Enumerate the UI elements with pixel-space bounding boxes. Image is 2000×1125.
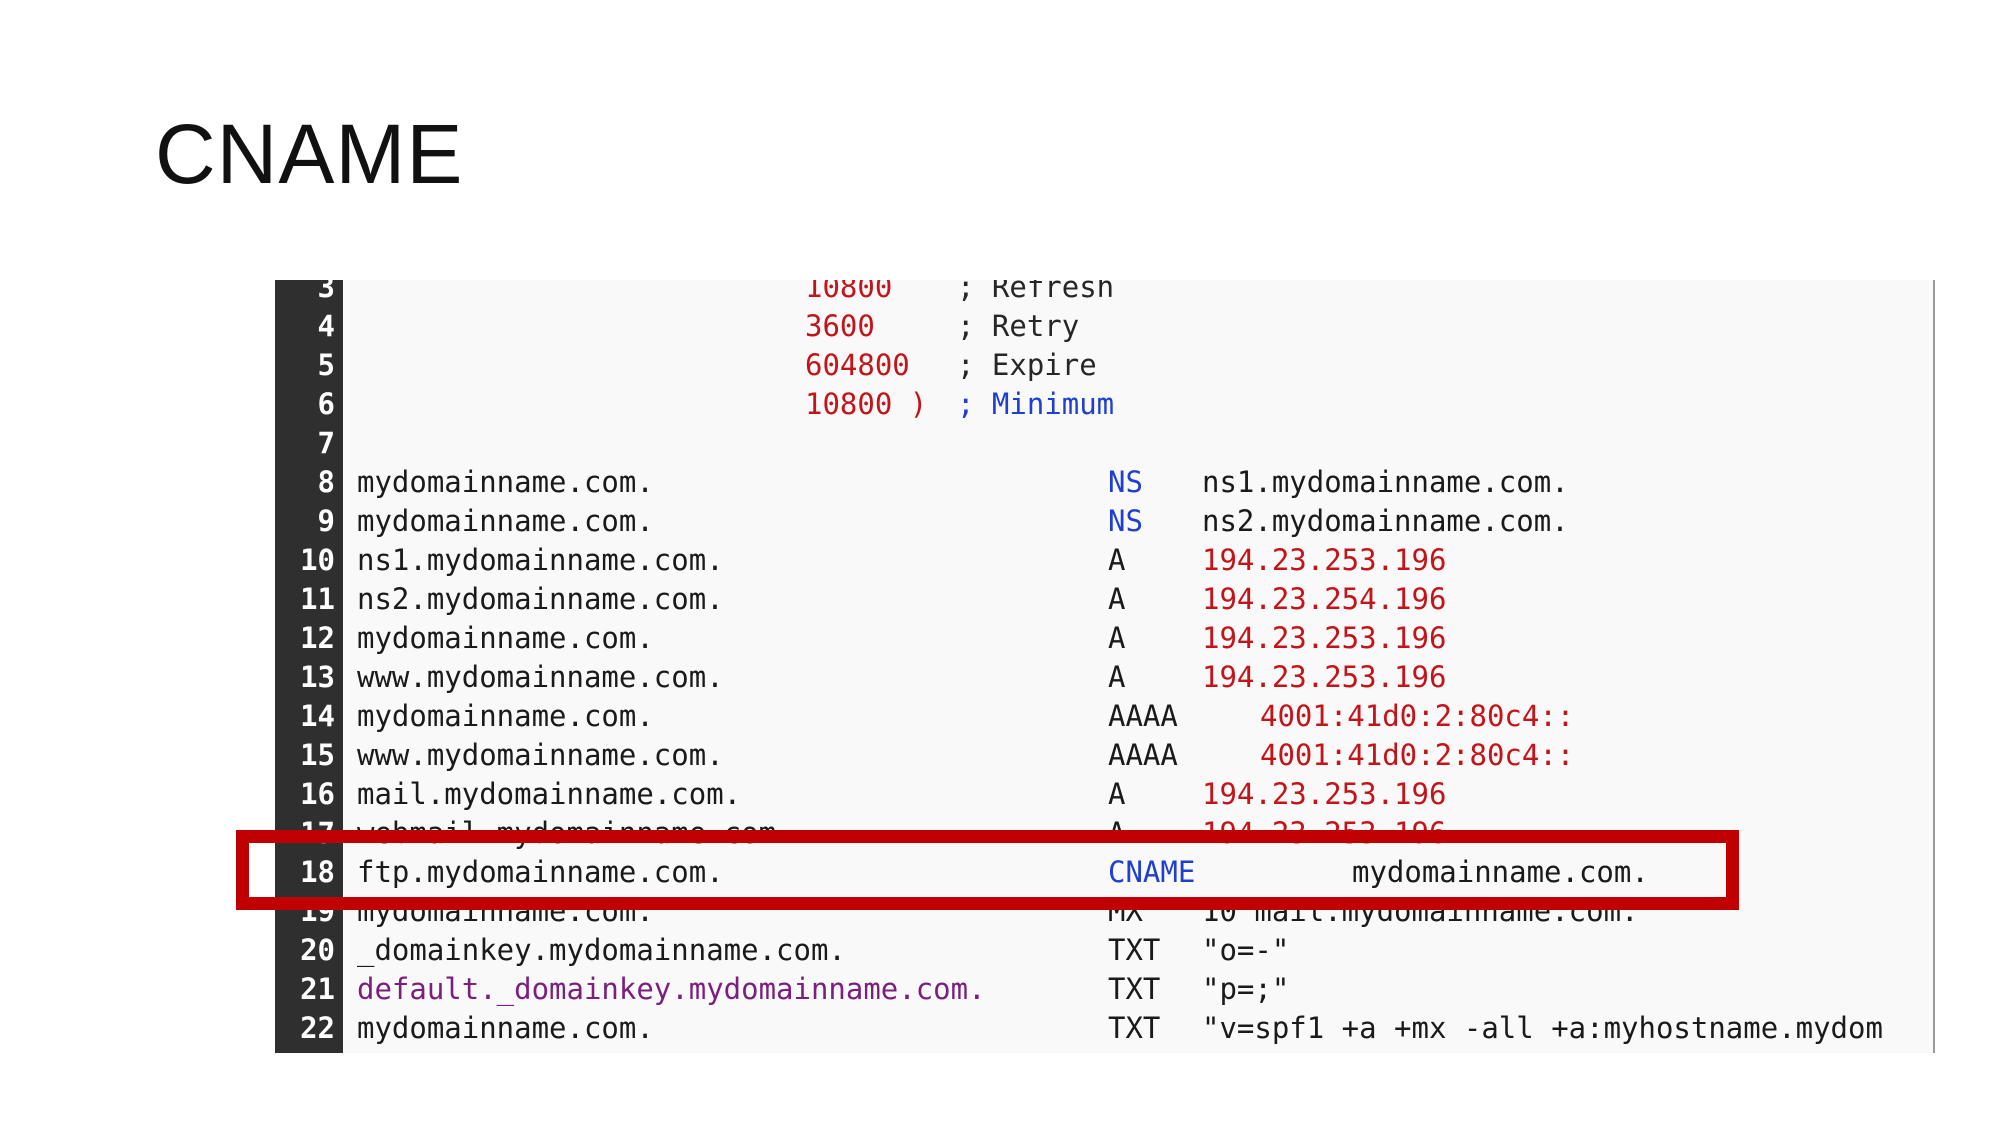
line-number: 10	[300, 543, 335, 577]
record-type: A	[1108, 621, 1126, 655]
zone-record-row: 9 mydomainname.com. NS ns2.mydomainname.com…	[275, 502, 1933, 541]
line-number: 21	[300, 972, 335, 1006]
soa-value: 604800	[805, 348, 910, 382]
zone-record-row: 14 mydomainname.com. AAAA 4001:41d0:2:80c4:…	[275, 697, 1933, 736]
record-value: 194.23.253.196	[1202, 660, 1447, 694]
record-value: ns1.mydomainname.com.	[1202, 465, 1569, 499]
record-host: mail.mydomainname.com.	[357, 777, 742, 811]
record-type: AAAA	[1108, 738, 1178, 772]
line-number: 22	[300, 1011, 335, 1045]
line-number: 20	[300, 933, 335, 967]
line-number: 16	[300, 777, 335, 811]
zone-record-row: 16 mail.mydomainname.com. A 194.23.253.196	[275, 775, 1933, 814]
record-value: 194.23.253.196	[1202, 621, 1447, 655]
line-number: 9	[317, 504, 335, 538]
record-type: MX	[1108, 894, 1143, 928]
zone-record-row: 17 webmail.mydomainname.com. A 194.23.253.1…	[275, 814, 1933, 853]
record-value: 194.23.253.196	[1202, 816, 1447, 850]
zone-record-row: 8 mydomainname.com. NS ns1.mydomainname.com…	[275, 463, 1933, 502]
record-host: mydomainname.com.	[357, 504, 654, 538]
line-number: 12	[300, 621, 335, 655]
zone-record-row: 5 604800 ; Expire	[275, 346, 1933, 385]
line-number: 3	[317, 280, 335, 304]
zone-record-row: 15 www.mydomainname.com. AAAA 4001:41d0:2:8…	[275, 736, 1933, 775]
record-host: default._domainkey.mydomainname.com.	[357, 972, 986, 1006]
soa-comment: ; Refresh	[957, 280, 1115, 304]
line-number: 11	[300, 582, 335, 616]
zone-record-row: 20 _domainkey.mydomainname.com. TXT "o=-"	[275, 931, 1933, 970]
record-host: ns1.mydomainname.com.	[357, 543, 724, 577]
zone-record-row: 22 mydomainname.com. TXT "v=spf1 +a +mx -al…	[275, 1009, 1933, 1048]
soa-comment: ; Minimum	[957, 387, 1115, 421]
zone-record-row: 6 10800 ) ; Minimum	[275, 385, 1933, 424]
line-number: 5	[317, 348, 335, 382]
soa-value: 3600	[805, 309, 875, 343]
zone-file-editor: 3 10800 ; Refresh 4 3600 ; Retry 5 604800 ; Expi…	[275, 280, 1935, 1053]
slide-title: CNAME	[155, 107, 464, 201]
record-type: CNAME	[1108, 855, 1196, 889]
record-host: mydomainname.com.	[357, 465, 654, 499]
zone-record-row: 4 3600 ; Retry	[275, 307, 1933, 346]
record-type: A	[1108, 816, 1126, 850]
zone-record-row: 21 default._domainkey.mydomainname.com. TX…	[275, 970, 1933, 1009]
zone-record-row: 7	[275, 424, 1933, 463]
record-value: 194.23.253.196	[1202, 543, 1447, 577]
record-value: mydomainname.com.	[1352, 855, 1649, 889]
record-type: A	[1108, 777, 1126, 811]
line-number: 17	[300, 816, 335, 850]
zone-record-row: 19 mydomainname.com. MX 10 mail.mydomainnam…	[275, 892, 1933, 931]
record-host: _domainkey.mydomainname.com.	[357, 933, 846, 967]
record-host: mydomainname.com.	[357, 894, 654, 928]
record-value: 4001:41d0:2:80c4::	[1260, 699, 1575, 733]
record-value: "o=-"	[1202, 933, 1290, 967]
record-type: TXT	[1108, 972, 1161, 1006]
line-number: 13	[300, 660, 335, 694]
zone-record-row: 3 10800 ; Refresh	[275, 280, 1933, 307]
zone-record-row: 13 www.mydomainname.com. A 194.23.253.196	[275, 658, 1933, 697]
record-host: webmail.mydomainname.com.	[357, 816, 794, 850]
line-number: 18	[300, 855, 335, 889]
record-type: A	[1108, 543, 1126, 577]
record-host: ns2.mydomainname.com.	[357, 582, 724, 616]
zone-record-row: 11 ns2.mydomainname.com. A 194.23.254.196	[275, 580, 1933, 619]
record-type: A	[1108, 582, 1126, 616]
record-host: www.mydomainname.com.	[357, 738, 724, 772]
record-host: mydomainname.com.	[357, 621, 654, 655]
soa-comment: ; Expire	[957, 348, 1097, 382]
record-type: NS	[1108, 465, 1143, 499]
zone-record-row: 12 mydomainname.com. A 194.23.253.196	[275, 619, 1933, 658]
record-value: 10 mail.mydomainname.com.	[1202, 894, 1639, 928]
record-value: 194.23.254.196	[1202, 582, 1447, 616]
record-value: "p=;"	[1202, 972, 1290, 1006]
zone-record-row: 18 ftp.mydomainname.com. CNAME mydomainname…	[275, 853, 1933, 892]
record-type: A	[1108, 660, 1126, 694]
record-value: "v=spf1 +a +mx -all +a:myhostname.mydom	[1202, 1011, 1883, 1045]
soa-value: 10800 )	[805, 387, 928, 421]
line-number: 15	[300, 738, 335, 772]
line-number: 6	[317, 387, 335, 421]
record-type: TXT	[1108, 1011, 1161, 1045]
record-host: www.mydomainname.com.	[357, 660, 724, 694]
soa-comment: ; Retry	[957, 309, 1080, 343]
record-type: TXT	[1108, 933, 1161, 967]
record-type: NS	[1108, 504, 1143, 538]
record-value: ns2.mydomainname.com.	[1202, 504, 1569, 538]
record-host: mydomainname.com.	[357, 699, 654, 733]
line-number: 4	[317, 309, 335, 343]
line-number: 14	[300, 699, 335, 733]
zone-record-row: 10 ns1.mydomainname.com. A 194.23.253.196	[275, 541, 1933, 580]
record-value: 4001:41d0:2:80c4::	[1260, 738, 1575, 772]
line-number: 7	[317, 426, 335, 460]
record-type: AAAA	[1108, 699, 1178, 733]
record-host: ftp.mydomainname.com.	[357, 855, 724, 889]
record-host: mydomainname.com.	[357, 1011, 654, 1045]
line-number: 8	[317, 465, 335, 499]
record-value: 194.23.253.196	[1202, 777, 1447, 811]
soa-value: 10800	[805, 280, 893, 304]
line-number: 19	[300, 894, 335, 928]
